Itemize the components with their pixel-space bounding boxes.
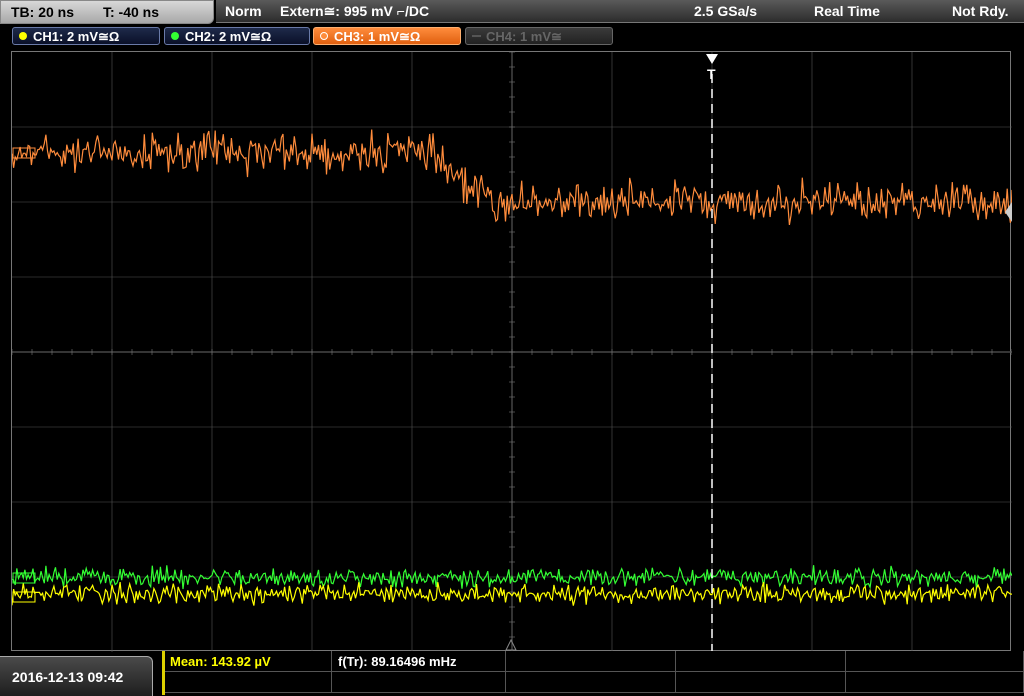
ch4-label: CH4: 1 mV≅ (486, 29, 562, 44)
ch2-label: CH2: 2 mV≅Ω (185, 29, 272, 44)
ch3-label: CH3: 1 mV≅Ω (334, 29, 421, 44)
waveform-display[interactable]: T (11, 51, 1012, 652)
meas-cell-empty-4[interactable] (165, 672, 332, 693)
measurement-panel[interactable]: Mean: 143.92 µV f(Tr): 89.16496 mHz (162, 651, 1024, 695)
trigger-time-label: T: -40 ns (103, 4, 160, 20)
mean-value: Mean: 143.92 µV (170, 654, 271, 669)
channel-tab-ch3[interactable]: CH3: 1 mV≅Ω (313, 27, 461, 45)
acquisition-mode: Real Time (814, 3, 880, 19)
graticule (12, 52, 1012, 652)
meas-cell-empty-3[interactable] (846, 651, 1024, 672)
top-status-bar: TB: 20 ns T: -40 ns Norm Extern≅: 995 mV… (0, 0, 1024, 24)
meas-cell-mean[interactable]: Mean: 143.92 µV (165, 651, 332, 672)
freq-value: f(Tr): 89.16496 mHz (338, 654, 457, 669)
datetime-label: 2016-12-13 09:42 (12, 669, 124, 685)
trigger-mode: Norm (225, 3, 262, 19)
trigger-source: Extern≅: 995 mV ⌐/DC (280, 3, 430, 19)
ground-marker-icon (505, 638, 517, 651)
sample-rate: 2.5 GSa/s (694, 3, 758, 19)
trigger-position-arrow-icon[interactable] (706, 54, 718, 64)
meas-cell-empty-7[interactable] (676, 672, 846, 693)
ch2-indicator-icon (171, 32, 179, 40)
meas-cell-empty-2[interactable] (676, 651, 846, 672)
datetime-box: 2016-12-13 09:42 (0, 656, 153, 696)
waveform-svg: T (12, 52, 1012, 652)
channel-tab-ch1[interactable]: CH1: 2 mV≅Ω (12, 27, 160, 45)
meas-cell-freq[interactable]: f(Tr): 89.16496 mHz (332, 651, 506, 672)
meas-cell-empty-8[interactable] (846, 672, 1024, 693)
ch4-off-icon (472, 35, 481, 37)
channel-tab-ch2[interactable]: CH2: 2 mV≅Ω (164, 27, 310, 45)
ch1-label: CH1: 2 mV≅Ω (33, 29, 120, 44)
timebase-label: TB: 20 ns (11, 4, 75, 20)
trigger-marker-label: T (707, 66, 716, 82)
meas-cell-empty-1[interactable] (506, 651, 676, 672)
ch3-indicator-icon (320, 32, 328, 40)
timebase-box[interactable]: TB: 20 ns T: -40 ns (0, 0, 214, 24)
ch1-indicator-icon (19, 32, 27, 40)
run-status: Not Rdy. (952, 3, 1009, 19)
acquisition-status-bar[interactable]: Norm Extern≅: 995 mV ⌐/DC 2.5 GSa/s Real… (216, 0, 1024, 23)
meas-cell-empty-5[interactable] (332, 672, 506, 693)
meas-cell-empty-6[interactable] (506, 672, 676, 693)
channel-tab-ch4[interactable]: CH4: 1 mV≅ (465, 27, 613, 45)
